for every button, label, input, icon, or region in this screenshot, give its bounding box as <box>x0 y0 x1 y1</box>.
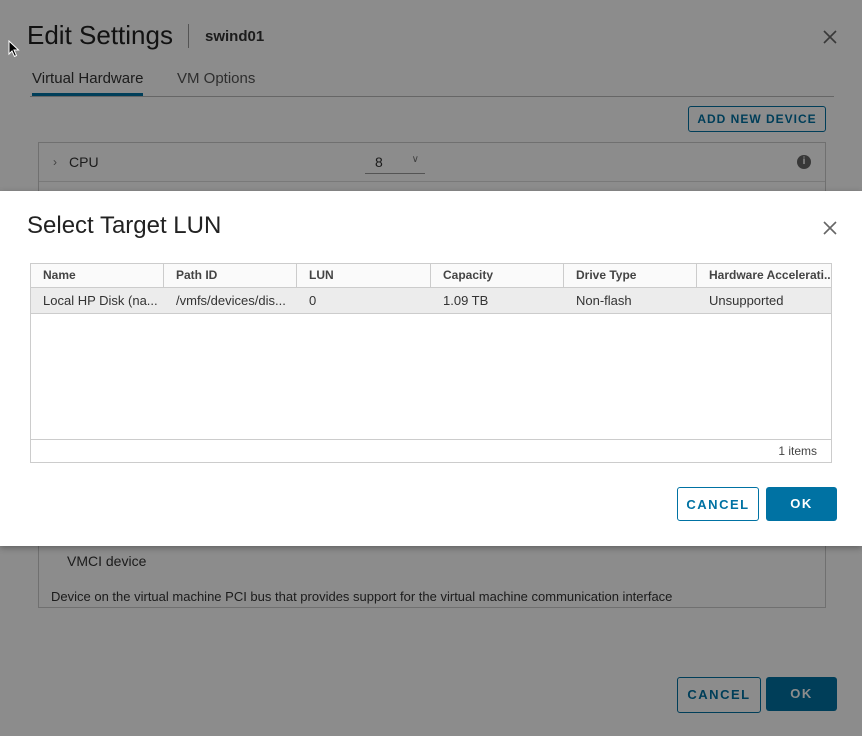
column-header-hardware-acceleration[interactable]: Hardware Accelerati... <box>697 264 831 287</box>
dialog-ok-button[interactable]: OK <box>766 487 837 521</box>
cell-path-id: /vmfs/devices/dis... <box>176 293 286 308</box>
mouse-cursor-icon <box>8 40 20 58</box>
column-header-drive-type[interactable]: Drive Type <box>564 264 697 287</box>
column-header-path-id[interactable]: Path ID <box>164 264 297 287</box>
table-footer: 1 items <box>31 439 831 463</box>
close-icon[interactable] <box>820 218 840 238</box>
column-header-lun[interactable]: LUN <box>297 264 431 287</box>
cell-hardware-acceleration: Unsupported <box>709 293 784 308</box>
lun-table: Name Path ID LUN Capacity Drive Type Har… <box>30 263 832 463</box>
cell-name: Local HP Disk (na... <box>43 293 158 308</box>
item-count: 1 items <box>778 444 817 458</box>
column-header-capacity[interactable]: Capacity <box>431 264 564 287</box>
cell-capacity: 1.09 TB <box>443 293 489 308</box>
dialog-title: Select Target LUN <box>27 212 222 239</box>
table-header: Name Path ID LUN Capacity Drive Type Har… <box>31 264 831 288</box>
column-header-name[interactable]: Name <box>31 264 164 287</box>
cell-drive-type: Non-flash <box>576 293 632 308</box>
cell-lun: 0 <box>309 293 317 308</box>
table-row[interactable]: Local HP Disk (na... /vmfs/devices/dis..… <box>31 288 831 314</box>
dialog-cancel-button[interactable]: CANCEL <box>677 487 759 521</box>
select-target-lun-dialog: Select Target LUN Name Path ID LUN Capac… <box>0 191 862 546</box>
